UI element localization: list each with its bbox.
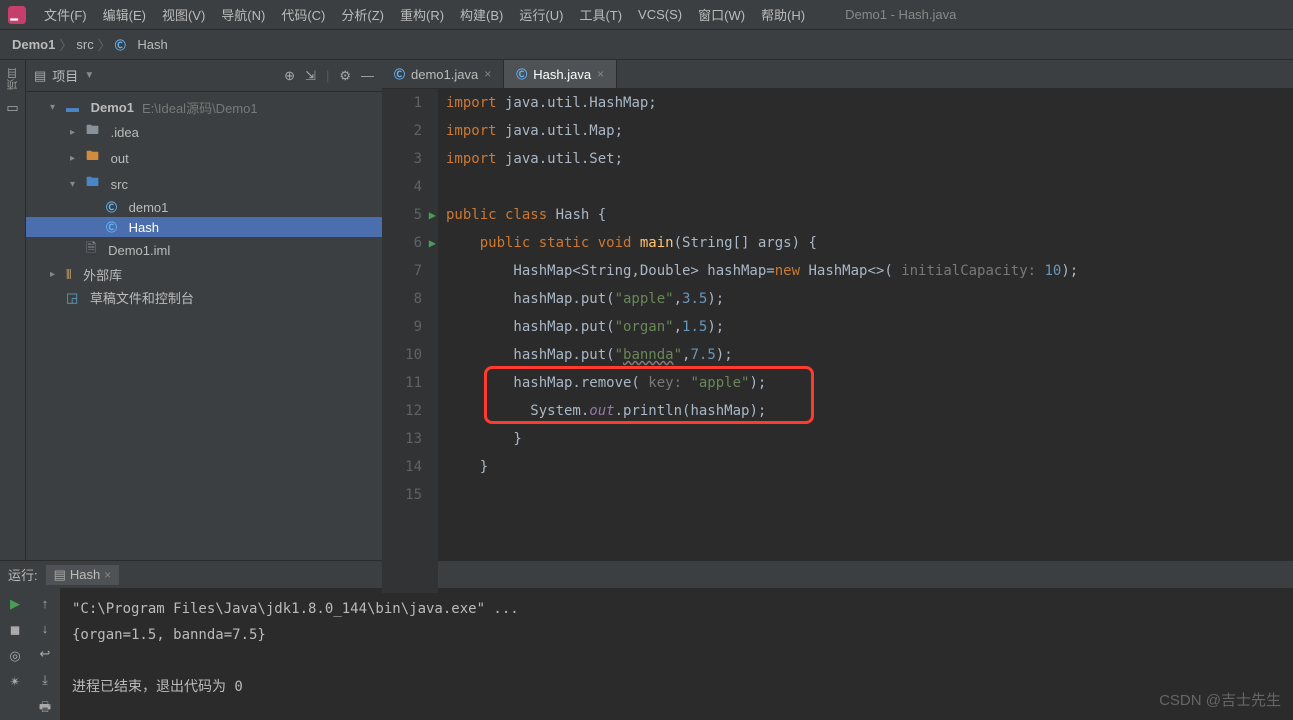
tab-demo1[interactable]: Ⓒdemo1.java×	[382, 60, 504, 88]
close-icon[interactable]: ×	[104, 568, 111, 582]
crumb-src[interactable]: src	[76, 37, 93, 52]
folder-icon: 🖿	[86, 173, 99, 195]
dump-icon[interactable]: ◎	[9, 648, 20, 664]
editor-tabs: Ⓒdemo1.java× ⒸHash.java×	[382, 60, 1293, 89]
project-icon: ▤	[34, 68, 46, 84]
window-title: Demo1 - Hash.java	[845, 7, 956, 22]
class-icon: Ⓒ	[115, 37, 126, 53]
class-icon: Ⓒ	[394, 66, 405, 82]
chevron-right-icon: 〉	[59, 35, 72, 54]
project-tool-window: ▤ 项目 ▼ ⊕ ⇲ | ⚙ — ▾▬ Demo1E:\Ideal源码\Demo…	[26, 60, 382, 560]
library-icon: ⫴	[66, 267, 71, 283]
crumb-file[interactable]: Ⓒ Hash	[115, 37, 168, 53]
menu-tools[interactable]: 工具(T)	[573, 3, 628, 26]
code-editor[interactable]: 1 2 3 4 5▶ 6▶ 7 8 9 10 11 12 13 14 15 im…	[382, 89, 1293, 593]
project-icon: ▬	[66, 100, 79, 115]
file-icon: 🗎	[86, 239, 96, 261]
down-icon[interactable]: ↓	[42, 621, 49, 636]
minimize-icon[interactable]: —	[361, 68, 374, 84]
tree-out[interactable]: ▸🖿 out	[26, 145, 382, 171]
watermark: CSDN @吉士先生	[1159, 689, 1281, 710]
menu-file[interactable]: 文件(F)	[38, 3, 93, 26]
wrap-icon[interactable]: ↩	[40, 646, 51, 662]
run-gutter-icon[interactable]: ▶	[429, 229, 436, 257]
menu-help[interactable]: 帮助(H)	[755, 3, 811, 26]
run-gutter-icon[interactable]: ▶	[429, 201, 436, 229]
project-title[interactable]: ▤ 项目 ▼	[34, 66, 276, 85]
class-icon: Ⓒ	[106, 219, 117, 235]
tree-external-libs[interactable]: ▸⫴ 外部库	[26, 263, 382, 286]
run-label: 运行:	[8, 565, 38, 584]
menu-vcs[interactable]: VCS(S)	[632, 5, 688, 24]
run-output[interactable]: "C:\Program Files\Java\jdk1.8.0_144\bin\…	[60, 588, 1293, 720]
class-icon: Ⓒ	[516, 66, 527, 82]
menu-run[interactable]: 运行(U)	[513, 3, 569, 26]
menubar: 文件(F) 编辑(E) 视图(V) 导航(N) 代码(C) 分析(Z) 重构(R…	[0, 0, 1293, 30]
folder-icon: 🖿	[86, 121, 99, 143]
editor-area: Ⓒdemo1.java× ⒸHash.java× 1 2 3 4 5▶ 6▶ 7…	[382, 60, 1293, 560]
menu-edit[interactable]: 编辑(E)	[97, 3, 152, 26]
code-content[interactable]: import java.util.HashMap;import java.uti…	[438, 89, 1293, 593]
tree-scratches[interactable]: ▸◲ 草稿文件和控制台	[26, 286, 382, 309]
stop-icon[interactable]: ◼	[10, 622, 21, 638]
chevron-down-icon: ▼	[84, 70, 94, 81]
tree-hash[interactable]: ▸Ⓒ Hash	[26, 217, 382, 237]
menu-analyze[interactable]: 分析(Z)	[335, 3, 390, 26]
project-header: ▤ 项目 ▼ ⊕ ⇲ | ⚙ —	[26, 60, 382, 92]
main-area: 项目 ▭ ▤ 项目 ▼ ⊕ ⇲ | ⚙ — ▾▬ Demo1E:\Ideal源码…	[0, 60, 1293, 560]
tab-hash[interactable]: ⒸHash.java×	[504, 60, 617, 88]
run-config-icon: ▤	[54, 567, 66, 583]
target-icon[interactable]: ⊕	[284, 68, 295, 84]
tree-src[interactable]: ▾🖿 src	[26, 171, 382, 197]
run-tab-hash[interactable]: ▤Hash×	[46, 565, 120, 585]
output-line: 进程已结束，退出代码为 0	[72, 674, 1281, 700]
scroll-icon[interactable]: ⤓	[42, 672, 48, 688]
menu-window[interactable]: 窗口(W)	[692, 3, 751, 26]
menu-view[interactable]: 视图(V)	[156, 3, 211, 26]
run-tools: ▶ ◼ ◎ ✴ ↑ ↓ ↩ ⤓ 🖶	[0, 588, 60, 720]
chevron-right-icon: 〉	[98, 35, 111, 54]
folder-icon: 🖿	[86, 147, 99, 169]
settings-icon[interactable]: ✴	[10, 674, 21, 690]
bookmark-icon[interactable]: ▭	[6, 100, 18, 116]
menu-refactor[interactable]: 重构(R)	[394, 3, 450, 26]
class-icon: Ⓒ	[106, 199, 117, 215]
rerun-icon[interactable]: ▶	[10, 596, 20, 612]
close-icon[interactable]: ×	[597, 67, 604, 81]
line-gutter: 1 2 3 4 5▶ 6▶ 7 8 9 10 11 12 13 14 15	[382, 89, 438, 593]
print-icon[interactable]: 🖶	[39, 698, 51, 720]
close-icon[interactable]: ×	[484, 67, 491, 81]
app-logo-icon	[8, 6, 26, 24]
output-line: {organ=1.5, bannda=7.5}	[72, 622, 1281, 648]
navigation-bar: Demo1 〉 src 〉 Ⓒ Hash	[0, 30, 1293, 60]
output-line: "C:\Program Files\Java\jdk1.8.0_144\bin\…	[72, 596, 1281, 622]
tree-iml[interactable]: ▸🗎 Demo1.iml	[26, 237, 382, 263]
tree-demo1[interactable]: ▸Ⓒ demo1	[26, 197, 382, 217]
menu-build[interactable]: 构建(B)	[454, 3, 509, 26]
expand-icon[interactable]: ⇲	[305, 68, 316, 84]
tree-idea[interactable]: ▸🖿 .idea	[26, 119, 382, 145]
up-icon[interactable]: ↑	[42, 596, 49, 611]
gear-icon[interactable]: ⚙	[339, 68, 351, 84]
scratch-icon: ◲	[66, 290, 78, 306]
tool-project-label[interactable]: 项目	[5, 68, 21, 90]
menu-code[interactable]: 代码(C)	[275, 3, 331, 26]
menu-nav[interactable]: 导航(N)	[215, 3, 271, 26]
tree-project-root[interactable]: ▾▬ Demo1E:\Ideal源码\Demo1	[26, 96, 382, 119]
crumb-root[interactable]: Demo1	[12, 37, 55, 52]
divider-icon: |	[326, 68, 329, 84]
project-tree[interactable]: ▾▬ Demo1E:\Ideal源码\Demo1 ▸🖿 .idea ▸🖿 out…	[26, 92, 382, 560]
tool-stripe-left: 项目 ▭	[0, 60, 26, 560]
